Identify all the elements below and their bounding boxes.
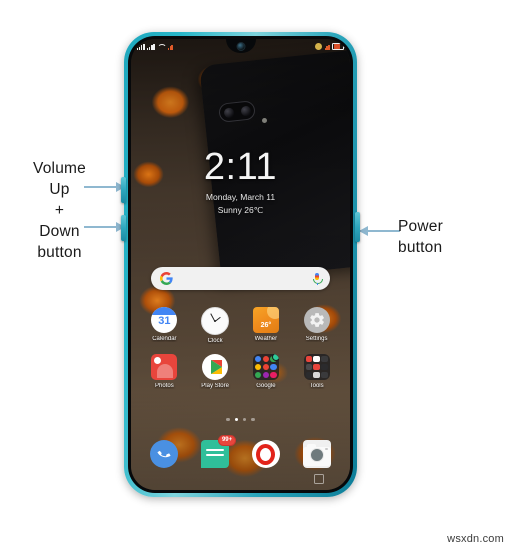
calendar-day: 31 <box>158 315 171 327</box>
alarm-icon <box>324 44 330 50</box>
volume-up-arrow <box>84 182 125 192</box>
opera-icon <box>251 440 280 468</box>
app-label: Photos <box>155 383 174 389</box>
phone-screen: 2:11 Monday, March 11 Sunny 26℃ 31 Calen… <box>131 39 350 490</box>
photos-icon <box>151 354 178 380</box>
google-search-bar[interactable] <box>151 267 330 290</box>
folder-icon <box>303 354 330 380</box>
app-row: 31 Calendar Clock 26° Weather Settings <box>139 307 342 344</box>
dock-app-camera[interactable] <box>297 440 337 468</box>
phone-icon <box>150 440 179 468</box>
network-icon <box>167 44 173 50</box>
clock-weather: Sunny 26℃ <box>217 204 264 215</box>
signal-bars-icon <box>137 43 145 50</box>
app-row: Photos Play Store Google Tools <box>139 354 342 389</box>
wifi-icon <box>157 44 165 50</box>
silent-mode-icon <box>315 43 323 50</box>
page-dot[interactable] <box>243 418 247 422</box>
gear-icon <box>303 307 330 333</box>
dock-app-phone[interactable] <box>144 440 184 468</box>
app-label: Play Store <box>201 383 229 389</box>
app-weather[interactable]: 26° Weather <box>242 307 290 344</box>
volume-down-button[interactable] <box>121 215 126 241</box>
app-settings[interactable]: Settings <box>293 307 341 344</box>
volume-up-button[interactable] <box>121 177 126 203</box>
wallpaper-vignette <box>131 39 350 490</box>
page-indicator[interactable] <box>131 418 350 422</box>
power-button[interactable] <box>355 212 360 242</box>
clock-date: Monday, March 11 <box>205 192 276 202</box>
power-button-label: Power button <box>398 218 443 256</box>
illustration-canvas: Volume Up + Down button Power button 2:1… <box>0 0 517 553</box>
app-play-store[interactable]: Play Store <box>191 354 239 389</box>
app-label: Weather <box>254 336 278 342</box>
battery-icon <box>332 42 346 51</box>
recents-square-icon[interactable] <box>314 474 324 484</box>
messages-badge: 99+ <box>217 435 237 446</box>
camera-icon <box>302 440 331 468</box>
folder-icon <box>252 354 279 380</box>
weather-icon: 26° <box>252 307 279 333</box>
app-label: Clock <box>207 338 223 344</box>
app-label: Google <box>256 383 276 389</box>
page-dot-active[interactable] <box>234 418 238 422</box>
volume-down-arrow <box>84 222 125 232</box>
app-photos[interactable]: Photos <box>140 354 188 389</box>
dock-app-opera[interactable] <box>246 440 286 468</box>
app-label: Tools <box>309 383 324 389</box>
weather-temp: 26° <box>260 322 272 329</box>
clock-icon <box>201 307 230 335</box>
watermark: wsxdn.com <box>447 533 504 545</box>
app-folder-google[interactable]: Google <box>242 354 290 389</box>
app-label: Calendar <box>152 336 177 342</box>
clock-time: 2:11 <box>203 146 278 188</box>
dock: 99+ <box>139 435 342 468</box>
dock-app-messages[interactable]: 99+ <box>195 435 237 468</box>
front-camera-icon <box>236 42 245 51</box>
power-button-arrow <box>359 226 400 236</box>
app-label: Settings <box>305 336 328 342</box>
clock-widget[interactable]: 2:11 Monday, March 11 Sunny 26℃ <box>131 147 350 216</box>
mobile-data-icon <box>147 43 155 50</box>
play-store-icon <box>202 354 229 380</box>
google-g-icon <box>160 272 173 285</box>
app-calendar[interactable]: 31 Calendar <box>140 307 188 344</box>
calendar-icon: 31 <box>151 307 178 333</box>
app-grid: 31 Calendar Clock 26° Weather Settings P… <box>139 307 342 399</box>
wallpaper <box>131 39 350 490</box>
page-dot[interactable] <box>226 418 230 422</box>
phone-bezel: 2:11 Monday, March 11 Sunny 26℃ 31 Calen… <box>128 36 353 493</box>
app-clock[interactable]: Clock <box>191 307 239 344</box>
page-dot[interactable] <box>251 418 255 422</box>
volume-button-label: Volume Up + Down button <box>33 160 86 261</box>
app-folder-tools[interactable]: Tools <box>293 354 341 389</box>
microphone-icon[interactable] <box>313 272 323 285</box>
folder-notification-dot <box>271 354 279 361</box>
smartphone-device: 2:11 Monday, March 11 Sunny 26℃ 31 Calen… <box>121 32 360 497</box>
